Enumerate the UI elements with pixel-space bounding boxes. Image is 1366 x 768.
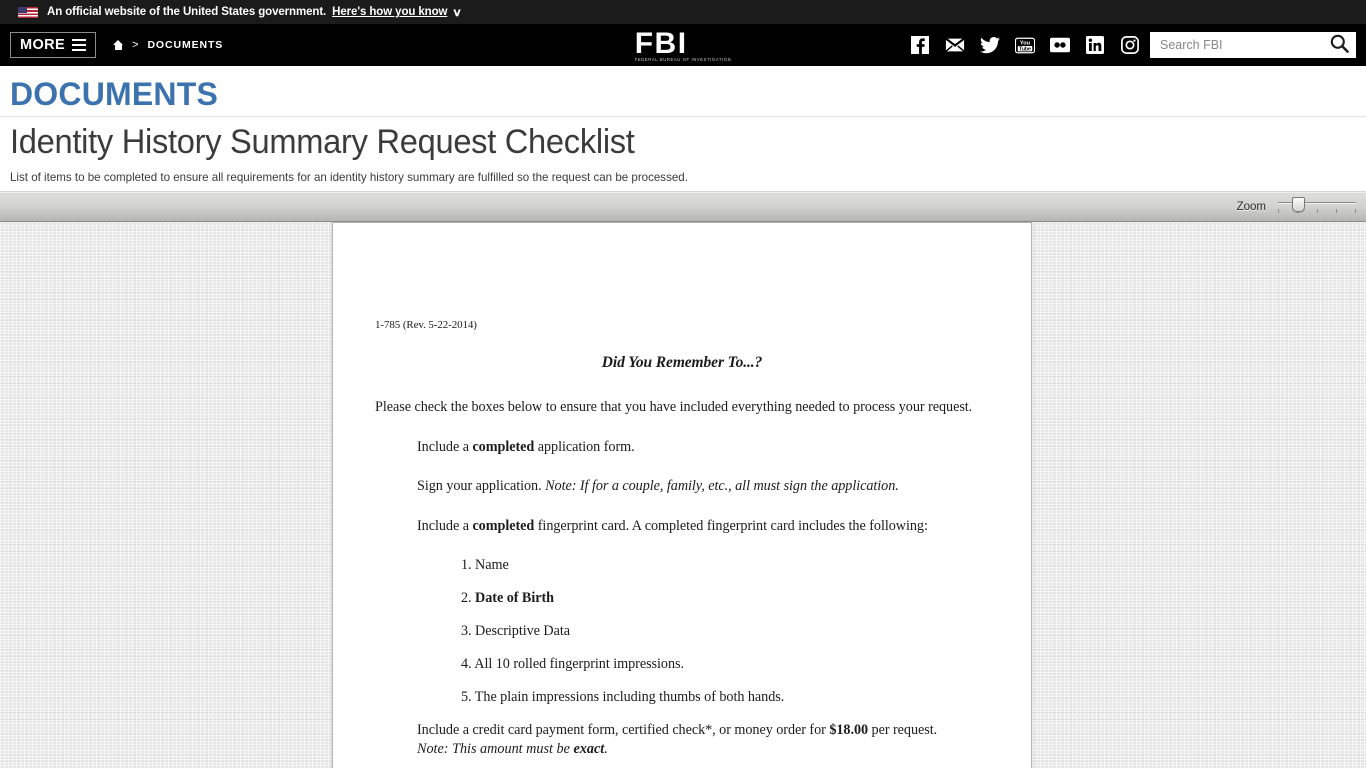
breadcrumb: > DOCUMENTS	[113, 39, 223, 51]
doc-payment-note-emphasis: exact	[573, 741, 605, 758]
title-block: Identity History Summary Request Checkli…	[0, 115, 1366, 191]
doc-sub-item: 3. Descriptive Data	[461, 623, 989, 640]
doc-text-run: per request.	[868, 722, 938, 739]
breadcrumb-item-documents[interactable]: DOCUMENTS	[147, 39, 223, 51]
zoom-control: Zoom	[1237, 196, 1356, 218]
email-icon[interactable]	[945, 35, 965, 55]
doc-checklist-item: Include a completed application form.	[417, 439, 989, 456]
fbi-logo-text: FBI	[634, 27, 688, 60]
doc-text-run: $18.00	[829, 722, 869, 739]
doc-text-run: Sign your application.	[417, 478, 546, 495]
doc-sub-item: 1. Name	[461, 557, 989, 574]
chevron-down-icon[interactable]: ∨	[452, 6, 462, 19]
doc-text-run: completed	[472, 438, 535, 455]
fbi-logo-subtext: FEDERAL BUREAU OF INVESTIGATION	[634, 57, 732, 62]
zoom-slider-track	[1278, 201, 1356, 204]
doc-checklist-items: Include a completed application form. Sig…	[375, 439, 989, 535]
doc-text-run: fingerprint card. A completed fingerprin…	[534, 517, 928, 534]
how-you-know-link[interactable]: Here's how you know	[332, 6, 447, 18]
doc-sub-item-number: 2.	[461, 590, 476, 607]
doc-text-run: Note: If for a couple, family, etc., all…	[545, 478, 899, 495]
doc-sub-item: 4. All 10 rolled fingerprint impressions…	[461, 656, 989, 673]
breadcrumb-separator: >	[132, 39, 140, 51]
zoom-label: Zoom	[1236, 200, 1266, 213]
instagram-icon[interactable]	[1120, 35, 1140, 55]
doc-checklist-item: Sign your application. Note: If for a co…	[417, 478, 989, 495]
doc-text-run: Include a credit card payment form, cert…	[417, 722, 830, 739]
gov-banner-text: An official website of the United States…	[47, 6, 327, 18]
doc-sub-item-text: Name	[475, 557, 509, 574]
doc-form-number: 1-785 (Rev. 5-22-2014)	[375, 318, 477, 331]
search-icon	[1330, 34, 1349, 56]
doc-checklist-item: Include a completed fingerprint card. A …	[417, 518, 989, 535]
section-label: DOCUMENTS	[10, 76, 219, 112]
main-navbar: MORE > DOCUMENTS FBI FEDERAL BUREAU OF I…	[0, 24, 1366, 66]
doc-payment-item: Include a credit card payment form, cert…	[417, 722, 989, 739]
doc-text-run: Include a	[417, 438, 473, 455]
doc-payment-note: Note: This amount must be exact.	[417, 741, 989, 758]
us-flag-icon	[18, 6, 38, 18]
doc-text-run: Include a	[417, 517, 473, 534]
page-subtitle: List of items to be completed to ensure …	[10, 169, 688, 184]
doc-intro: Please check the boxes below to ensure t…	[375, 398, 973, 415]
doc-sub-item-number: 3.	[461, 623, 476, 640]
pdf-toolbar: Zoom	[0, 191, 1366, 222]
linkedin-icon[interactable]	[1085, 35, 1105, 55]
social-links: You Tube	[910, 35, 1140, 55]
doc-fingerprint-sublist: 1. Name 2. Date of Birth 3. Descriptive Da…	[375, 557, 989, 706]
more-menu-button[interactable]: MORE	[10, 32, 97, 58]
home-icon[interactable]	[113, 40, 124, 50]
doc-sub-item: 2. Date of Birth	[461, 590, 989, 607]
twitter-icon[interactable]	[980, 35, 1000, 55]
fbi-logo[interactable]: FBI FEDERAL BUREAU OF INVESTIGATION	[635, 27, 732, 62]
more-label: MORE	[20, 37, 66, 53]
hamburger-icon	[72, 39, 87, 51]
doc-sub-item-number: 4.	[461, 656, 475, 673]
doc-sub-item-number: 1.	[461, 557, 476, 574]
search-button[interactable]	[1322, 32, 1356, 58]
facebook-icon[interactable]	[910, 35, 930, 55]
doc-sub-item: 5. The plain impressions including thumb…	[461, 689, 989, 706]
doc-payment-note-suffix: .	[604, 741, 608, 758]
page-title: Identity History Summary Request Checkli…	[10, 122, 635, 161]
gov-banner: An official website of the United States…	[0, 0, 1366, 24]
doc-sub-item-text: All 10 rolled fingerprint impressions.	[474, 656, 684, 673]
doc-payment-note-prefix: Note: This amount must be	[417, 741, 574, 758]
doc-text-run: application form.	[534, 438, 635, 455]
pdf-canvas[interactable]: 1-785 (Rev. 5-22-2014) Did You Remember …	[0, 221, 1366, 768]
youtube-icon[interactable]: You Tube	[1015, 35, 1035, 55]
zoom-slider-ticks	[1278, 208, 1356, 213]
doc-text-run: completed	[472, 517, 535, 534]
doc-sub-item-text: Descriptive Data	[475, 623, 570, 640]
doc-sub-item-number: 5.	[461, 689, 475, 706]
doc-sub-item-text: The plain impressions including thumbs o…	[474, 689, 785, 706]
zoom-slider-handle[interactable]	[1292, 196, 1306, 212]
search-box[interactable]	[1150, 32, 1356, 58]
pdf-viewer: Zoom 1-785 (Rev. 5-22-2014) Did You Reme…	[0, 190, 1366, 768]
zoom-slider[interactable]	[1278, 196, 1356, 218]
flickr-icon[interactable]	[1050, 35, 1070, 55]
pdf-page: 1-785 (Rev. 5-22-2014) Did You Remember …	[332, 221, 1032, 768]
search-input[interactable]	[1150, 32, 1322, 58]
doc-sub-item-text: Date of Birth	[475, 590, 554, 607]
doc-heading: Did You Remember To...?	[601, 353, 763, 371]
svg-text:Tube: Tube	[1019, 46, 1031, 52]
